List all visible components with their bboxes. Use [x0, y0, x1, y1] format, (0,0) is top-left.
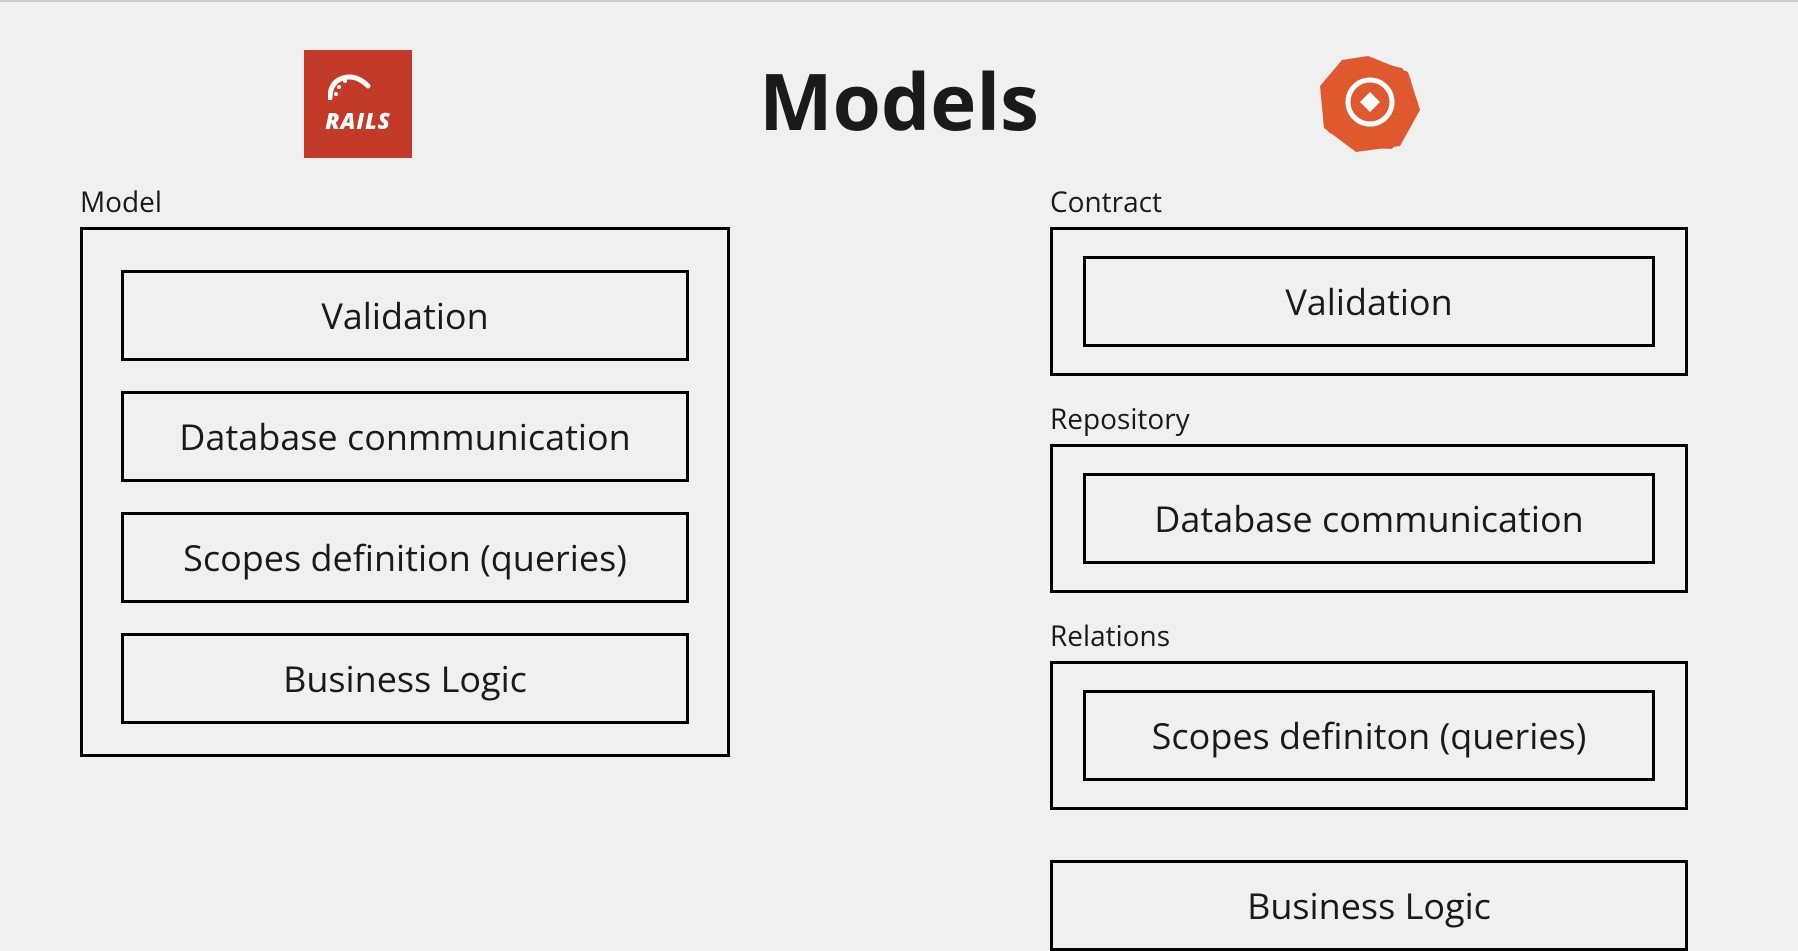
hanami-logo-icon [1308, 50, 1428, 165]
page-title: Models [759, 47, 1039, 153]
contract-group-label: Contract [1050, 183, 1688, 221]
comparison-columns: Model Validation Database conmmunication… [0, 183, 1798, 951]
contract-item-validation: Validation [1083, 256, 1655, 347]
standalone-business-logic: Business Logic [1050, 860, 1688, 951]
model-group-box: Validation Database conmmunication Scope… [80, 227, 730, 757]
repository-group-box: Database communication [1050, 444, 1688, 593]
contract-group-box: Validation [1050, 227, 1688, 376]
rails-logo-text: RAILS [325, 106, 391, 136]
model-item-business-logic: Business Logic [121, 633, 689, 724]
repository-group-label: Repository [1050, 400, 1688, 438]
model-item-database: Database conmmunication [121, 391, 689, 482]
relations-group-box: Scopes definiton (queries) [1050, 661, 1688, 810]
hanami-column: Contract Validation Repository Database … [1050, 183, 1688, 951]
relations-item-scopes: Scopes definiton (queries) [1083, 690, 1655, 781]
rails-logo-icon: RAILS [304, 50, 412, 158]
relations-group-label: Relations [1050, 617, 1688, 655]
repository-item-database: Database communication [1083, 473, 1655, 564]
model-group-label: Model [80, 183, 730, 221]
model-item-scopes: Scopes definition (queries) [121, 512, 689, 603]
rails-column: Model Validation Database conmmunication… [80, 183, 730, 951]
model-item-validation: Validation [121, 270, 689, 361]
header: RAILS Models [0, 2, 1798, 153]
